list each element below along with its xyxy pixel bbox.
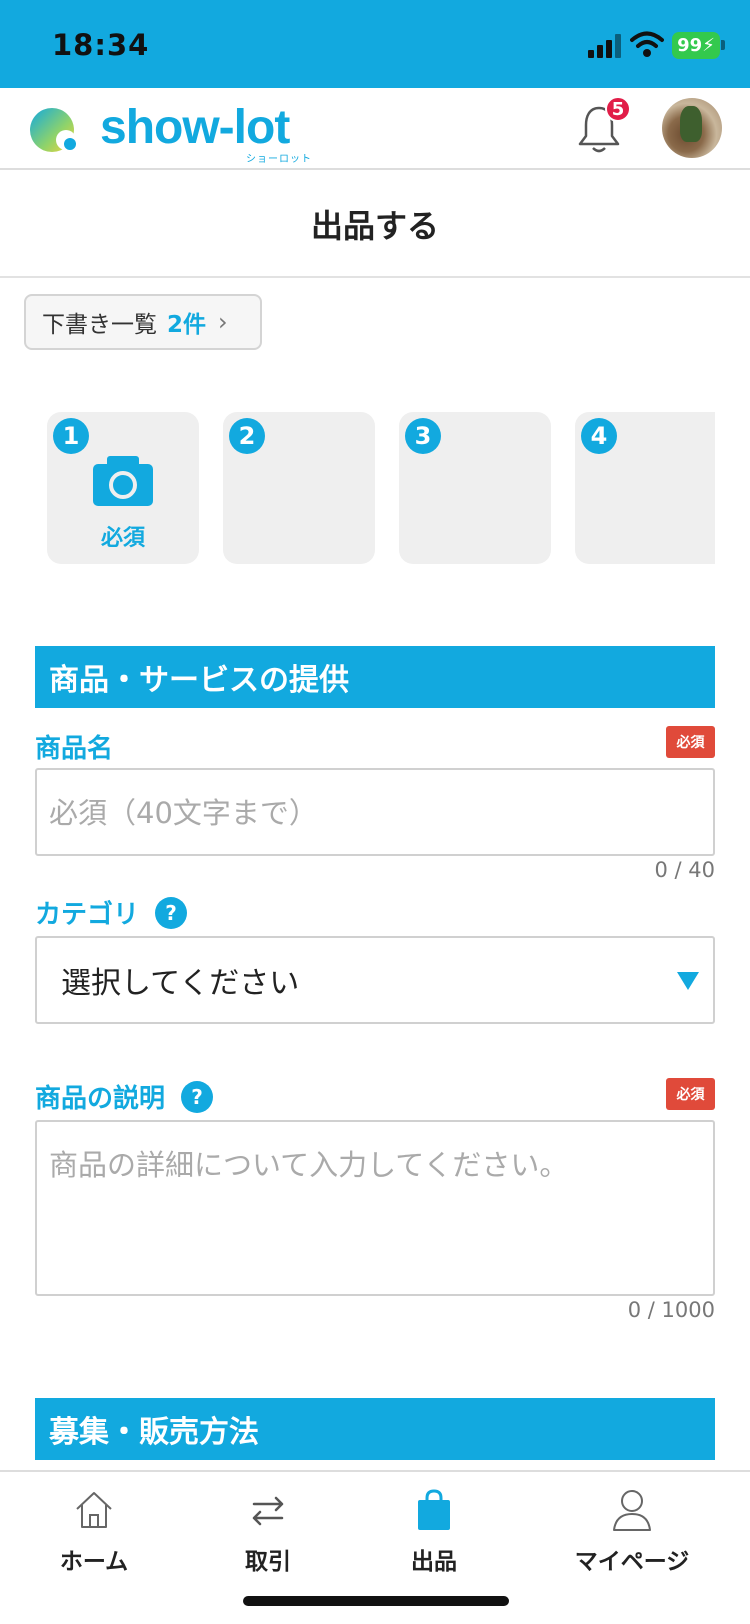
avatar[interactable]	[662, 98, 722, 158]
camera-icon	[93, 456, 153, 506]
nav-label-home: ホーム	[59, 1549, 129, 1575]
section-header-product: 商品・サービスの提供	[35, 646, 715, 708]
app-header: show-lot ショーロット	[0, 88, 750, 170]
user-icon	[613, 1490, 651, 1531]
photo-slot-4[interactable]: 4	[575, 412, 715, 564]
product-name-label-text: 商品名	[35, 734, 114, 764]
description-textarea[interactable]: 商品の詳細について入力してください。	[35, 1120, 715, 1296]
avatar-figure	[680, 106, 702, 142]
drafts-button[interactable]: 下書き一覧 2件 ›	[24, 294, 262, 350]
battery-indicator: 99 ⚡	[672, 32, 720, 59]
description-label-text: 商品の説明	[35, 1084, 166, 1114]
category-select-value: 選択してください	[61, 966, 300, 1001]
nav-label-transactions: 取引	[245, 1549, 291, 1575]
home-indicator[interactable]	[243, 1596, 509, 1606]
section-header-sales-method: 募集・販売方法	[35, 1398, 715, 1460]
drafts-count: 2件	[167, 312, 207, 338]
drafts-label: 下書き一覧	[42, 312, 157, 338]
logo-text[interactable]: show-lot	[100, 100, 290, 155]
nav-item-mypage[interactable]: マイページ	[552, 1488, 712, 1576]
page-title: 出品する	[0, 172, 750, 278]
help-icon[interactable]: ?	[181, 1080, 214, 1113]
status-time: 18:34	[52, 28, 150, 62]
nav-item-home[interactable]: ホーム	[14, 1488, 174, 1576]
wifi-icon	[630, 31, 664, 57]
nav-label-mypage: マイページ	[574, 1549, 690, 1575]
required-badge: 必須	[666, 726, 715, 758]
nav-item-listing[interactable]: 出品	[354, 1488, 514, 1576]
dropdown-arrow-icon	[677, 972, 699, 990]
photo-slot-2[interactable]: 2	[223, 412, 375, 564]
cellular-signal-icon	[588, 34, 621, 58]
nav-label-listing: 出品	[411, 1549, 457, 1575]
logo-subtext: ショーロット	[246, 154, 312, 165]
category-label: カテゴリ ?	[35, 894, 188, 931]
product-name-input[interactable]: 必須（40文字まで）	[35, 768, 715, 856]
category-select[interactable]: 選択してください	[35, 936, 715, 1024]
slot-number: 3	[405, 418, 441, 454]
nav-item-transactions[interactable]: 取引	[188, 1488, 348, 1576]
notification-badge: 5	[605, 96, 631, 122]
slot-number: 4	[581, 418, 617, 454]
slot-number: 1	[53, 418, 89, 454]
home-icon	[76, 1492, 112, 1528]
shopping-bag-icon	[418, 1489, 450, 1530]
slot-required-label: 必須	[100, 526, 145, 551]
category-label-text: カテゴリ	[35, 900, 140, 930]
chevron-right-icon: ›	[218, 308, 228, 336]
battery-level: 99	[677, 35, 703, 56]
swap-arrows-icon	[252, 1496, 284, 1526]
battery-cap	[721, 40, 725, 50]
photo-slot-1[interactable]: 1 必須	[47, 412, 199, 564]
help-icon[interactable]: ?	[155, 896, 188, 929]
slot-number: 2	[229, 418, 265, 454]
required-badge: 必須	[666, 1078, 715, 1110]
logo-mark-icon	[30, 108, 76, 152]
photo-slot-3[interactable]: 3	[399, 412, 551, 564]
description-counter: 0 / 1000	[627, 1298, 715, 1322]
product-name-label: 商品名	[35, 728, 113, 765]
product-name-counter: 0 / 40	[654, 858, 715, 882]
status-bar: 18:34 99 ⚡	[0, 0, 750, 88]
description-label: 商品の説明 ?	[35, 1078, 214, 1115]
